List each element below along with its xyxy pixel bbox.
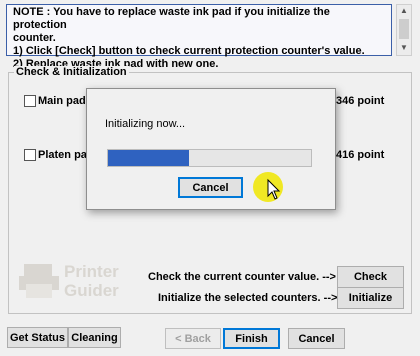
cleaning-button[interactable]: Cleaning — [68, 327, 121, 348]
platen-pad-value: 416 point — [336, 149, 385, 161]
printer-guider-watermark: Printer Guider — [18, 262, 119, 303]
main-pad-label: Main pad — [38, 95, 86, 107]
dialog-status-text: Initializing now... — [105, 118, 186, 130]
printer-icon — [19, 264, 59, 298]
platen-pad-label: Platen pa — [38, 149, 87, 161]
initialize-button[interactable]: Initialize — [337, 287, 404, 309]
note-line-2: counter. — [13, 32, 56, 44]
main-pad-value: 346 point — [336, 95, 385, 107]
watermark-line-1: Printer — [64, 262, 119, 281]
note-scrollbar[interactable]: ▲ ▼ — [396, 4, 412, 56]
initialize-hint-text: Initialize the selected counters. --> — [158, 292, 338, 304]
main-pad-checkbox[interactable] — [24, 95, 36, 107]
scroll-up-icon[interactable]: ▲ — [399, 6, 409, 18]
check-hint-text: Check the current counter value. --> — [148, 271, 336, 283]
note-box: NOTE : You have to replace waste ink pad… — [6, 4, 392, 70]
platen-pad-checkbox[interactable] — [24, 149, 36, 161]
progress-fill — [108, 150, 190, 166]
watermark-line-2: Guider — [64, 281, 119, 300]
progress-bar — [107, 149, 312, 167]
group-title: Check & Initialization — [14, 66, 129, 78]
scroll-thumb[interactable] — [399, 19, 409, 39]
note-line-1: NOTE : You have to replace waste ink pad… — [13, 6, 330, 31]
cursor-highlight — [253, 172, 283, 202]
finish-button[interactable]: Finish — [223, 328, 280, 349]
note-line-3: 1) Click [Check] button to check current… — [13, 45, 365, 57]
initializing-dialog: Initializing now... Cancel — [86, 88, 336, 210]
cancel-button[interactable]: Cancel — [288, 328, 345, 349]
check-button[interactable]: Check — [337, 266, 404, 288]
mouse-pointer-icon — [267, 178, 281, 200]
dialog-cancel-button[interactable]: Cancel — [178, 177, 243, 198]
back-button[interactable]: < Back — [165, 328, 221, 349]
scroll-down-icon[interactable]: ▼ — [399, 43, 409, 55]
get-status-button[interactable]: Get Status — [7, 327, 68, 348]
